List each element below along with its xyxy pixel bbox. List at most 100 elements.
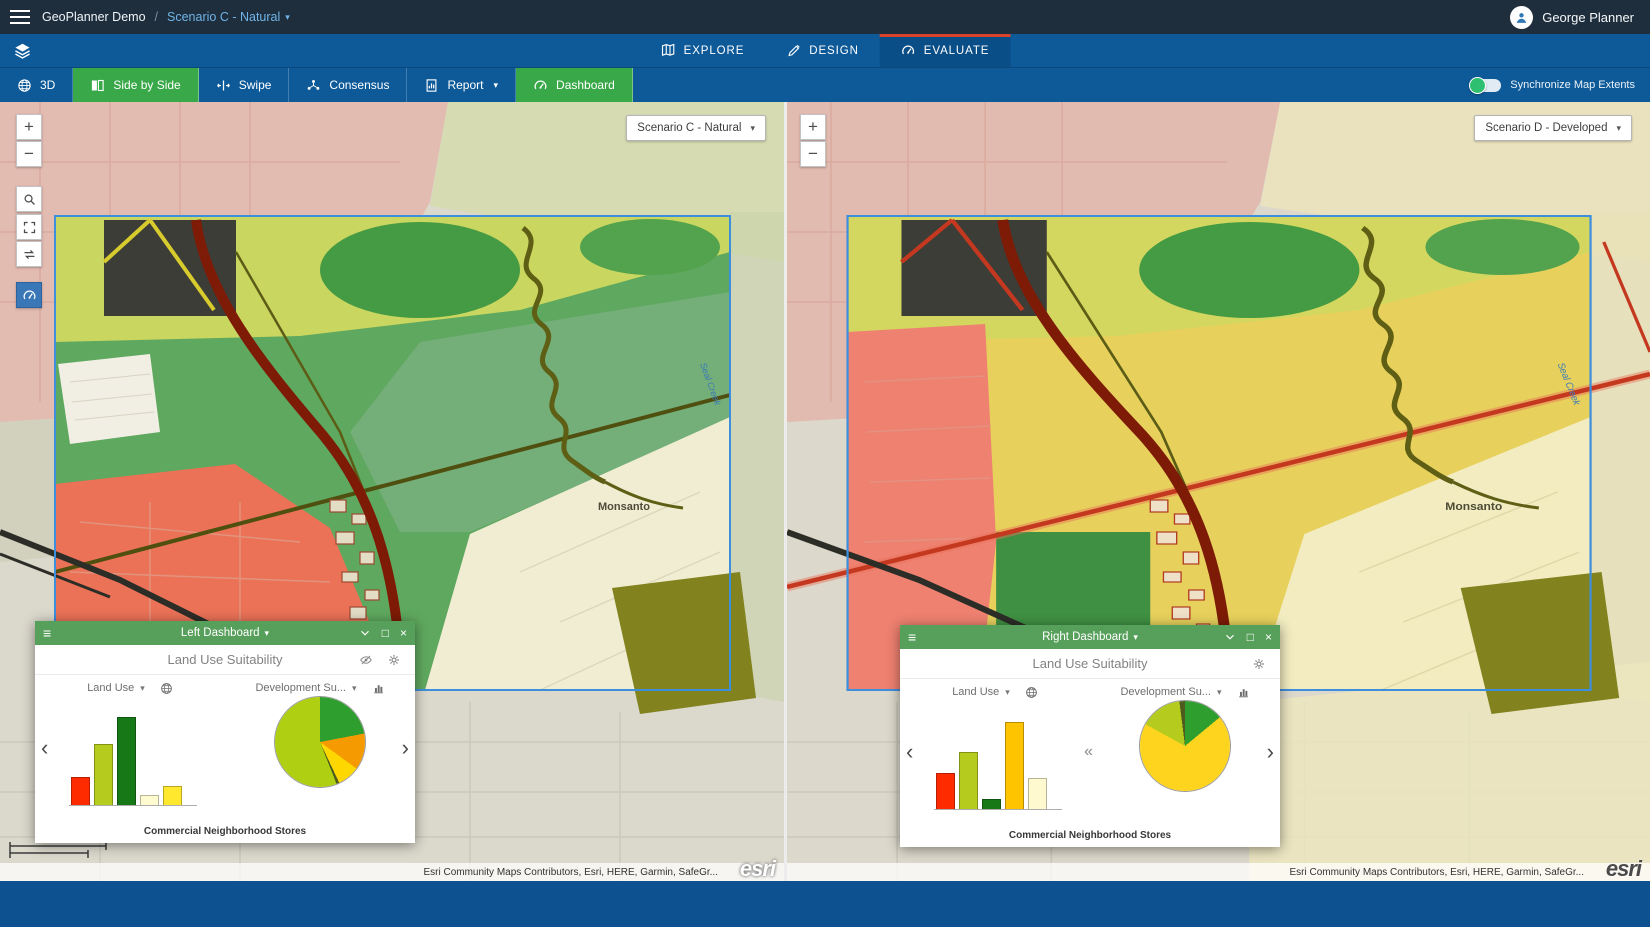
dashboard-title-dropdown[interactable]: Right Dashboard ▾ — [1042, 631, 1138, 643]
tab-explore[interactable]: EXPLORE — [640, 34, 766, 67]
user-avatar[interactable] — [1510, 6, 1533, 29]
geoplanner-app: GeoPlanner Demo / Scenario C - Natural▾ … — [0, 0, 1650, 927]
layers-icon — [14, 42, 31, 59]
close-icon[interactable]: × — [400, 627, 407, 639]
tab-evaluate[interactable]: EVALUATE — [880, 34, 1011, 67]
collapse-icon[interactable] — [1224, 631, 1236, 643]
globe-icon — [160, 682, 173, 695]
dashboard-panel-title: Land Use Suitability — [1033, 656, 1148, 671]
hamburger-menu-icon[interactable] — [10, 10, 30, 24]
person-icon — [1514, 10, 1529, 25]
bar-chart-icon — [1237, 686, 1250, 699]
zoom-out-button[interactable]: − — [16, 141, 42, 167]
widget-prev-button[interactable]: ‹ — [906, 741, 913, 763]
report-icon — [424, 78, 439, 93]
caret-down-icon: ▾ — [285, 12, 290, 23]
widget-label: Development Su... — [255, 682, 346, 694]
caret-down-icon: ▾ — [750, 123, 755, 134]
nav-bar: EXPLORE DESIGN EVALUATE — [0, 34, 1650, 67]
globe-icon — [17, 78, 32, 93]
layers-panel-button[interactable] — [0, 34, 44, 67]
dashboard-panel-title: Land Use Suitability — [168, 652, 283, 667]
widget-page-back-button[interactable]: « — [1084, 744, 1093, 760]
tab-design[interactable]: DESIGN — [765, 34, 880, 67]
zoom-in-glyph: + — [808, 117, 818, 137]
right-dashboard-header[interactable]: ≡ Right Dashboard ▾ □ × — [900, 625, 1280, 649]
collapse-icon[interactable] — [359, 627, 371, 639]
tool-label: Report — [447, 78, 483, 92]
tool-label: Swipe — [239, 78, 272, 92]
user-name: George Planner — [1542, 10, 1634, 25]
tool-consensus[interactable]: Consensus — [289, 68, 407, 102]
scenario-select-right[interactable]: Scenario D - Developed ▾ — [1474, 115, 1632, 141]
dashboard-title: Right Dashboard — [1042, 631, 1128, 643]
previous-extent-button[interactable] — [16, 241, 42, 267]
sync-extents-toggle[interactable] — [1471, 79, 1501, 92]
map-attribution: Esri Community Maps Contributors, Esri, … — [0, 863, 784, 881]
caret-down-icon: ▾ — [1616, 123, 1621, 134]
dashboard-title: Left Dashboard — [181, 627, 260, 639]
top-bar: GeoPlanner Demo / Scenario C - Natural▾ … — [0, 0, 1650, 34]
caret-down-icon: ▾ — [1133, 632, 1138, 643]
left-dashboard-panel: ≡ Left Dashboard ▾ □ × Land Use Suitabili… — [35, 621, 415, 843]
gear-icon[interactable] — [387, 653, 401, 667]
esri-logo: esri — [740, 858, 775, 880]
chart-caption: Commercial Neighborhood Stores — [35, 820, 415, 842]
caret-down-icon: ▾ — [352, 683, 357, 694]
breadcrumb-scenario-dropdown[interactable]: Scenario C - Natural▾ — [167, 10, 290, 24]
map-compare-container: Monsanto Seal Creek + − Scenario C - Nat… — [0, 102, 1650, 881]
breadcrumb-project: GeoPlanner Demo — [42, 10, 146, 24]
zoom-in-button[interactable]: + — [800, 114, 826, 140]
dashboard-title-dropdown[interactable]: Left Dashboard ▾ — [181, 627, 269, 639]
tool-label: Side by Side — [113, 78, 180, 92]
widget-next-button[interactable]: › — [1267, 741, 1274, 763]
scenario-select-label: Scenario D - Developed — [1485, 122, 1607, 134]
land-use-bar-chart — [69, 710, 197, 806]
tool-3d[interactable]: 3D — [0, 68, 73, 102]
evaluate-toolbar: 3D Side by Side Swipe Consensus Report▾ … — [0, 67, 1650, 102]
map-label-place: Monsanto — [598, 501, 650, 513]
dashboard-menu-icon[interactable]: ≡ — [908, 630, 916, 644]
widget-development-suitability: Development Su... ▾ — [225, 675, 415, 820]
maximize-icon[interactable]: □ — [1247, 631, 1254, 643]
tab-label: EVALUATE — [924, 45, 990, 57]
caret-down-icon: ▾ — [494, 80, 499, 91]
widget-type-select[interactable]: Land Use ▾ — [35, 675, 225, 701]
tool-dashboard[interactable]: Dashboard — [516, 68, 633, 102]
widget-prev-button[interactable]: ‹ — [41, 737, 48, 759]
scenario-select-left[interactable]: Scenario C - Natural ▾ — [626, 115, 766, 141]
chart-caption: Commercial Neighborhood Stores — [900, 824, 1280, 846]
tool-label: 3D — [40, 78, 55, 92]
visibility-off-icon[interactable] — [359, 653, 373, 667]
user-menu[interactable]: George Planner — [1510, 6, 1650, 29]
expand-icon — [22, 220, 37, 235]
tool-swipe[interactable]: Swipe — [199, 68, 290, 102]
close-icon[interactable]: × — [1265, 631, 1272, 643]
widget-label: Land Use — [952, 686, 999, 698]
search-button[interactable] — [16, 186, 42, 212]
tool-side-by-side[interactable]: Side by Side — [73, 68, 198, 102]
dashboard-menu-icon[interactable]: ≡ — [43, 626, 51, 640]
esri-logo: esri — [1606, 858, 1641, 880]
tool-report[interactable]: Report ▾ — [407, 68, 516, 102]
zoom-in-button[interactable]: + — [16, 114, 42, 140]
full-extent-button[interactable] — [16, 214, 42, 240]
caret-down-icon: ▾ — [265, 628, 270, 639]
gear-icon[interactable] — [1252, 657, 1266, 671]
tool-label: Consensus — [329, 78, 389, 92]
widget-land-use: Land Use ▾ — [35, 675, 225, 820]
swap-arrows-icon — [22, 247, 37, 262]
tool-label: Dashboard — [556, 78, 615, 92]
tab-label: EXPLORE — [684, 45, 745, 57]
maximize-icon[interactable]: □ — [382, 627, 389, 639]
consensus-icon — [306, 78, 321, 93]
breadcrumb: GeoPlanner Demo / Scenario C - Natural▾ — [42, 10, 290, 24]
left-dashboard-header[interactable]: ≡ Left Dashboard ▾ □ × — [35, 621, 415, 645]
caret-down-icon: ▾ — [1217, 687, 1222, 698]
widget-type-select[interactable]: Land Use ▾ — [900, 679, 1090, 705]
zoom-out-button[interactable]: − — [800, 141, 826, 167]
breadcrumb-separator: / — [155, 10, 158, 24]
right-dashboard-panel: ≡ Right Dashboard ▾ □ × Land Use Suitabil… — [900, 625, 1280, 847]
dashboard-tool-button[interactable] — [16, 282, 42, 308]
widget-next-button[interactable]: › — [402, 737, 409, 759]
